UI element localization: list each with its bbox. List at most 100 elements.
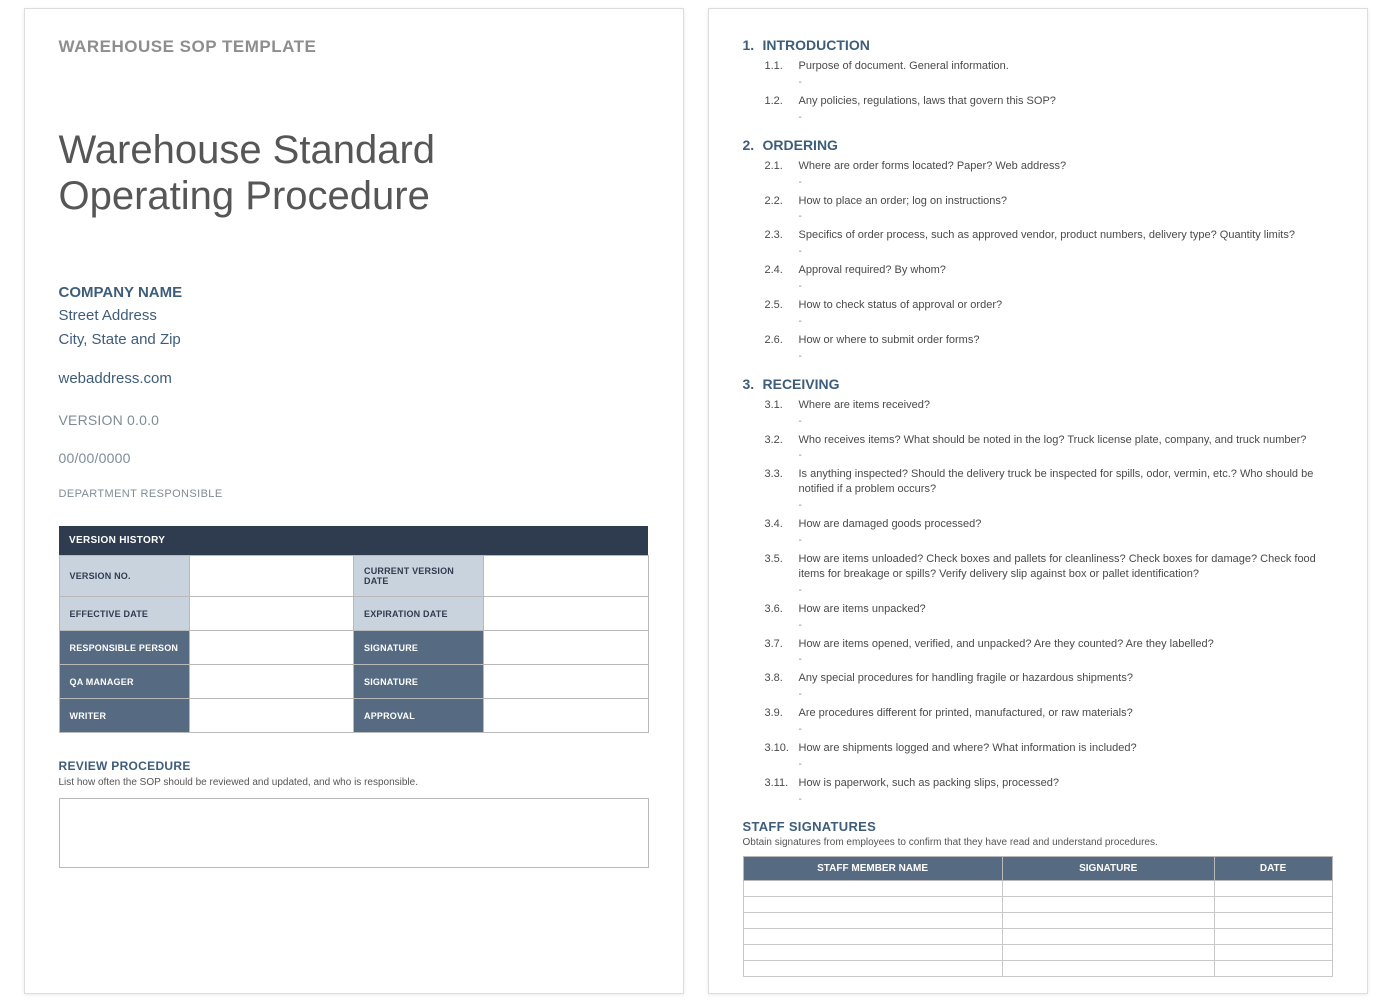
toc-item-dash: - — [799, 794, 1333, 805]
version-row-label: EXPIRATION DATE — [354, 597, 484, 631]
toc-item: 3.4.How are damaged goods processed? — [765, 517, 1333, 532]
version-row-label: CURRENT VERSION DATE — [354, 556, 484, 597]
toc-item-dash: - — [799, 620, 1333, 631]
staff-cell-name[interactable] — [743, 928, 1002, 944]
staff-signatures-label: STAFF SIGNATURES — [743, 819, 1333, 834]
company-street: Street Address — [59, 304, 649, 327]
toc-item-dash: - — [799, 450, 1333, 461]
company-block: COMPANY NAME Street Address City, State … — [59, 281, 649, 390]
staff-col-name: STAFF MEMBER NAME — [743, 856, 1002, 880]
toc-item: 3.5.How are items unloaded? Check boxes … — [765, 552, 1333, 582]
toc-item: 1.1.Purpose of document. General informa… — [765, 59, 1333, 74]
staff-cell-signature[interactable] — [1002, 896, 1214, 912]
toc-item-dash: - — [799, 724, 1333, 735]
title-line-1: Warehouse Standard — [59, 128, 436, 172]
version-row-value[interactable] — [189, 556, 354, 597]
page-2: 1.INTRODUCTION 1.1.Purpose of document. G… — [708, 8, 1368, 994]
toc-section-heading: 2.ORDERING — [743, 137, 1333, 153]
toc-item: 2.6.How or where to submit order forms? — [765, 333, 1333, 348]
staff-cell-signature[interactable] — [1002, 912, 1214, 928]
version-row-value[interactable] — [189, 631, 354, 665]
version-row-value[interactable] — [484, 556, 649, 597]
staff-cell-signature[interactable] — [1002, 928, 1214, 944]
version-row-value[interactable] — [189, 665, 354, 699]
staff-cell-name[interactable] — [743, 960, 1002, 976]
toc-item-dash: - — [799, 281, 1333, 292]
version-row-value[interactable] — [484, 597, 649, 631]
staff-cell-date[interactable] — [1214, 896, 1332, 912]
version-history-header: VERSION HISTORY — [59, 526, 648, 556]
staff-cell-date[interactable] — [1214, 880, 1332, 896]
department-line: DEPARTMENT RESPONSIBLE — [59, 488, 649, 500]
toc-item: 2.1.Where are order forms located? Paper… — [765, 159, 1333, 174]
toc-item-dash: - — [799, 535, 1333, 546]
toc-item-dash: - — [799, 211, 1333, 222]
version-row-label: VERSION NO. — [59, 556, 189, 597]
staff-cell-date[interactable] — [1214, 944, 1332, 960]
toc-item: 3.7.How are items opened, verified, and … — [765, 637, 1333, 652]
toc-item: 2.5.How to check status of approval or o… — [765, 298, 1333, 313]
toc-section: 1.INTRODUCTION 1.1.Purpose of document. G… — [743, 37, 1333, 123]
company-city: City, State and Zip — [59, 328, 649, 351]
toc-item-dash: - — [799, 77, 1333, 88]
toc-item: 3.8.Any special procedures for handling … — [765, 671, 1333, 686]
toc-item: 1.2.Any policies, regulations, laws that… — [765, 94, 1333, 109]
staff-col-signature: SIGNATURE — [1002, 856, 1214, 880]
version-row-value[interactable] — [484, 631, 649, 665]
company-web: webaddress.com — [59, 367, 649, 390]
staff-cell-date[interactable] — [1214, 928, 1332, 944]
staff-cell-name[interactable] — [743, 944, 1002, 960]
toc-item: 3.11.How is paperwork, such as packing s… — [765, 776, 1333, 791]
toc-section-heading: 1.INTRODUCTION — [743, 37, 1333, 53]
staff-cell-name[interactable] — [743, 912, 1002, 928]
staff-cell-signature[interactable] — [1002, 944, 1214, 960]
review-procedure-box[interactable] — [59, 798, 649, 868]
version-row-value[interactable] — [189, 597, 354, 631]
toc-item: 3.9.Are procedures different for printed… — [765, 706, 1333, 721]
staff-col-date: DATE — [1214, 856, 1332, 880]
staff-cell-date[interactable] — [1214, 960, 1332, 976]
toc-item: 3.2.Who receives items? What should be n… — [765, 433, 1333, 448]
toc-item-dash: - — [799, 585, 1333, 596]
toc-item-dash: - — [799, 759, 1333, 770]
toc-item-dash: - — [799, 246, 1333, 257]
toc-item-dash: - — [799, 689, 1333, 700]
toc-item: 3.6.How are items unpacked? — [765, 602, 1333, 617]
staff-cell-signature[interactable] — [1002, 960, 1214, 976]
version-row-value[interactable] — [484, 665, 649, 699]
date-line: 00/00/0000 — [59, 450, 649, 466]
version-row-label: EFFECTIVE DATE — [59, 597, 189, 631]
staff-cell-signature[interactable] — [1002, 880, 1214, 896]
version-row-label: APPROVAL — [354, 699, 484, 733]
version-row-label: SIGNATURE — [354, 631, 484, 665]
toc-item: 3.10.How are shipments logged and where?… — [765, 741, 1333, 756]
review-procedure-desc: List how often the SOP should be reviewe… — [59, 777, 649, 788]
staff-cell-name[interactable] — [743, 880, 1002, 896]
version-row-label: SIGNATURE — [354, 665, 484, 699]
toc-item-dash: - — [799, 654, 1333, 665]
review-procedure-label: REVIEW PROCEDURE — [59, 759, 649, 773]
toc-item: 2.2.How to place an order; log on instru… — [765, 194, 1333, 209]
toc-item: 2.4.Approval required? By whom? — [765, 263, 1333, 278]
version-line: VERSION 0.0.0 — [59, 412, 649, 428]
toc-item: 2.3.Specifics of order process, such as … — [765, 228, 1333, 243]
toc-item: 3.1.Where are items received? — [765, 398, 1333, 413]
toc-item-dash: - — [799, 416, 1333, 427]
toc-item: 3.3.Is anything inspected? Should the de… — [765, 467, 1333, 497]
toc-section: 2.ORDERING 2.1.Where are order forms loca… — [743, 137, 1333, 362]
toc-item-dash: - — [799, 112, 1333, 123]
title-line-2: Operating Procedure — [59, 174, 430, 218]
staff-signatures-table: STAFF MEMBER NAME SIGNATURE DATE — [743, 856, 1333, 977]
toc-section-heading: 3.RECEIVING — [743, 376, 1333, 392]
toc-item-dash: - — [799, 351, 1333, 362]
staff-cell-date[interactable] — [1214, 912, 1332, 928]
staff-cell-name[interactable] — [743, 896, 1002, 912]
version-row-label: RESPONSIBLE PERSON — [59, 631, 189, 665]
toc-item-dash: - — [799, 316, 1333, 327]
template-header-label: WAREHOUSE SOP TEMPLATE — [59, 37, 649, 57]
version-row-value[interactable] — [189, 699, 354, 733]
version-row-value[interactable] — [484, 699, 649, 733]
toc-item-dash: - — [799, 177, 1333, 188]
version-history-table: VERSION HISTORY VERSION NO. CURRENT VERSI… — [59, 526, 649, 733]
document-title: Warehouse Standard Operating Procedure — [59, 127, 649, 219]
